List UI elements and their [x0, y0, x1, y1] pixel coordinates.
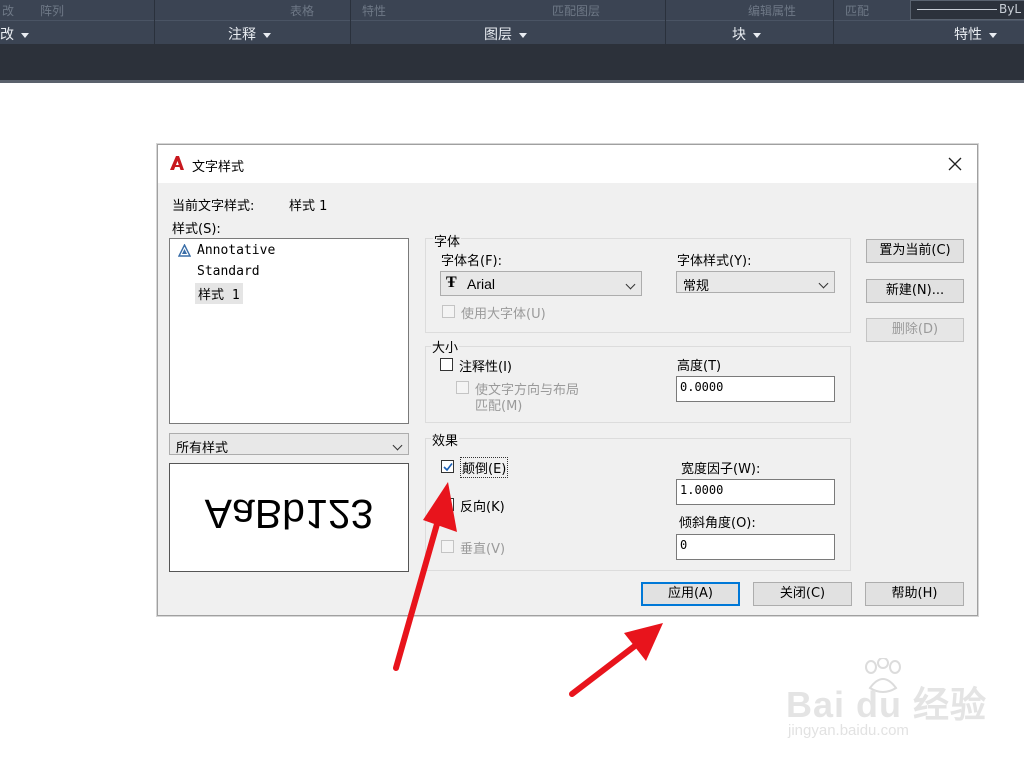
watermark-url: jingyan.baidu.com	[788, 722, 909, 739]
watermark-brand: Bai du 经验	[786, 684, 988, 725]
annotation-arrows	[393, 482, 663, 697]
annotation-arrow-right	[569, 623, 663, 697]
annotation-arrow-up	[393, 482, 457, 671]
